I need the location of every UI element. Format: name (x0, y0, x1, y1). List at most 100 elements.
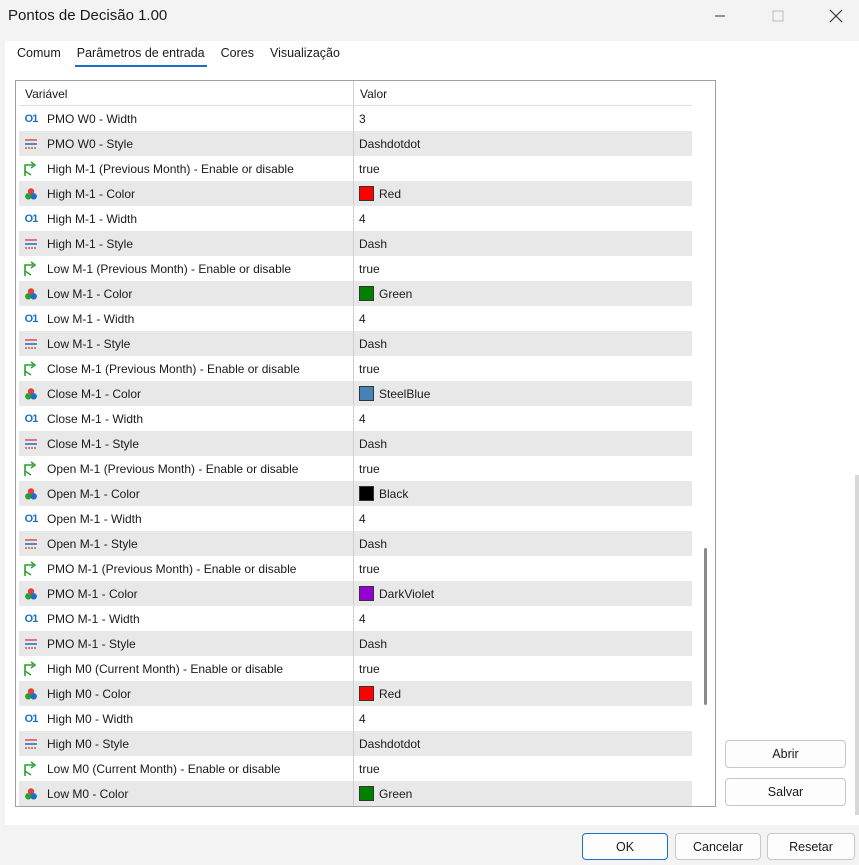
table-row[interactable]: Low M0 - Color Green (19, 781, 692, 806)
vertical-scrollbar[interactable] (695, 80, 714, 807)
table-row[interactable]: O1 PMO M-1 - Width 4 (19, 606, 692, 631)
minimize-button[interactable] (690, 0, 750, 32)
value-cell[interactable]: Dashdotdot (354, 137, 692, 151)
ok-button[interactable]: OK (582, 833, 668, 860)
table-row[interactable]: PMO W0 - Style Dashdotdot (19, 131, 692, 156)
value-text: 4 (359, 311, 366, 326)
value-cell[interactable]: SteelBlue (354, 386, 692, 401)
value-cell[interactable]: true (354, 262, 692, 276)
value-cell[interactable]: 4 (354, 412, 692, 426)
column-header-value[interactable]: Valor (354, 81, 692, 105)
variable-name: Low M-1 - Style (47, 336, 131, 351)
variable-name: Open M-1 (Previous Month) - Enable or di… (47, 461, 299, 476)
table-row[interactable]: O1 Close M-1 - Width 4 (19, 406, 692, 431)
variable-name: High M0 - Color (47, 686, 132, 701)
value-cell[interactable]: true (354, 462, 692, 476)
value-text: 3 (359, 111, 366, 126)
color-swatch (359, 286, 374, 301)
reset-button[interactable]: Resetar (767, 833, 855, 860)
table-row[interactable]: High M-1 - Style Dash (19, 231, 692, 256)
tab-comum[interactable]: Comum (15, 45, 69, 67)
value-cell[interactable]: Black (354, 486, 692, 501)
value-cell[interactable]: true (354, 662, 692, 676)
line-style-icon (22, 236, 40, 252)
variable-name: Open M-1 - Style (47, 536, 138, 551)
open-button[interactable]: Abrir (725, 740, 846, 768)
value-cell[interactable]: Red (354, 186, 692, 201)
close-button[interactable] (806, 0, 859, 32)
color-palette-icon (22, 186, 40, 202)
table-row[interactable]: Open M-1 - Style Dash (19, 531, 692, 556)
variable-cell: Low M0 (Current Month) - Enable or disab… (19, 756, 354, 781)
table-row[interactable]: PMO M-1 - Style Dash (19, 631, 692, 656)
variable-name: PMO W0 - Width (47, 111, 138, 126)
table-row[interactable]: O1 Open M-1 - Width 4 (19, 506, 692, 531)
value-cell[interactable]: 3 (354, 112, 692, 126)
tab-bar: Comum Parâmetros de entrada Cores Visual… (15, 45, 354, 69)
variable-name: Close M-1 (Previous Month) - Enable or d… (47, 361, 300, 376)
value-cell[interactable]: true (354, 162, 692, 176)
table-row[interactable]: Close M-1 - Style Dash (19, 431, 692, 456)
save-button[interactable]: Salvar (725, 778, 846, 806)
value-cell[interactable]: Dash (354, 337, 692, 351)
tab-visualizacao[interactable]: Visualização (268, 45, 348, 67)
variable-cell: Low M0 - Color (19, 781, 354, 806)
value-cell[interactable]: 4 (354, 312, 692, 326)
cancel-button[interactable]: Cancelar (675, 833, 761, 860)
value-cell[interactable]: 4 (354, 512, 692, 526)
table-row[interactable]: Low M0 (Current Month) - Enable or disab… (19, 756, 692, 781)
table-row[interactable]: Low M-1 - Style Dash (19, 331, 692, 356)
table-row[interactable]: O1 Low M-1 - Width 4 (19, 306, 692, 331)
value-cell[interactable]: Dash (354, 237, 692, 251)
value-cell[interactable]: 4 (354, 612, 692, 626)
table-row[interactable]: Low M-1 - Color Green (19, 281, 692, 306)
value-cell[interactable]: true (354, 562, 692, 576)
value-text: Green (379, 286, 413, 301)
value-cell[interactable]: Red (354, 686, 692, 701)
value-text: DarkViolet (379, 586, 435, 601)
tab-cores[interactable]: Cores (219, 45, 262, 67)
table-row[interactable]: Close M-1 - Color SteelBlue (19, 381, 692, 406)
boolean-arrow-icon (22, 460, 40, 477)
value-cell[interactable]: Dashdotdot (354, 737, 692, 751)
column-header-variable[interactable]: Variável (19, 81, 354, 105)
variable-name: Low M-1 - Width (47, 311, 135, 326)
value-cell[interactable]: Dash (354, 537, 692, 551)
maximize-button[interactable] (748, 0, 808, 32)
table-row[interactable]: Open M-1 - Color Black (19, 481, 692, 506)
value-text: 4 (359, 511, 366, 526)
color-palette-icon (22, 486, 40, 502)
table-row[interactable]: PMO M-1 (Previous Month) - Enable or dis… (19, 556, 692, 581)
table-row[interactable]: Open M-1 (Previous Month) - Enable or di… (19, 456, 692, 481)
table-row[interactable]: High M0 - Color Red (19, 681, 692, 706)
value-cell[interactable]: Green (354, 286, 692, 301)
value-cell[interactable]: Green (354, 786, 692, 801)
value-cell[interactable]: Dash (354, 637, 692, 651)
table-row[interactable]: High M-1 - Color Red (19, 181, 692, 206)
tab-parametros-de-entrada[interactable]: Parâmetros de entrada (74, 45, 213, 67)
table-row[interactable]: O1 PMO W0 - Width 3 (19, 106, 692, 131)
value-text: 4 (359, 211, 366, 226)
value-cell[interactable]: true (354, 362, 692, 376)
variable-cell: PMO M-1 (Previous Month) - Enable or dis… (19, 556, 354, 581)
value-cell[interactable]: true (354, 762, 692, 776)
table-row[interactable]: O1 High M0 - Width 4 (19, 706, 692, 731)
value-cell[interactable]: Dash (354, 437, 692, 451)
variable-cell: Open M-1 - Style (19, 531, 354, 556)
table-row[interactable]: Close M-1 (Previous Month) - Enable or d… (19, 356, 692, 381)
value-cell[interactable]: 4 (354, 212, 692, 226)
integer-icon: O1 (24, 212, 39, 225)
parameters-grid[interactable]: Variável Valor O1 PMO W0 - Width 3 PMO W0 -… (15, 80, 716, 807)
table-row[interactable]: High M0 - Style Dashdotdot (19, 731, 692, 756)
table-row[interactable]: Low M-1 (Previous Month) - Enable or dis… (19, 256, 692, 281)
value-cell[interactable]: 4 (354, 712, 692, 726)
value-cell[interactable]: DarkViolet (354, 586, 692, 601)
boolean-arrow-icon (22, 760, 40, 777)
scrollbar-thumb[interactable] (704, 548, 707, 705)
variable-name: Open M-1 - Width (47, 511, 142, 526)
table-row[interactable]: High M-1 (Previous Month) - Enable or di… (19, 156, 692, 181)
table-row[interactable]: O1 High M-1 - Width 4 (19, 206, 692, 231)
maximize-icon (772, 10, 784, 22)
table-row[interactable]: PMO M-1 - Color DarkViolet (19, 581, 692, 606)
table-row[interactable]: High M0 (Current Month) - Enable or disa… (19, 656, 692, 681)
